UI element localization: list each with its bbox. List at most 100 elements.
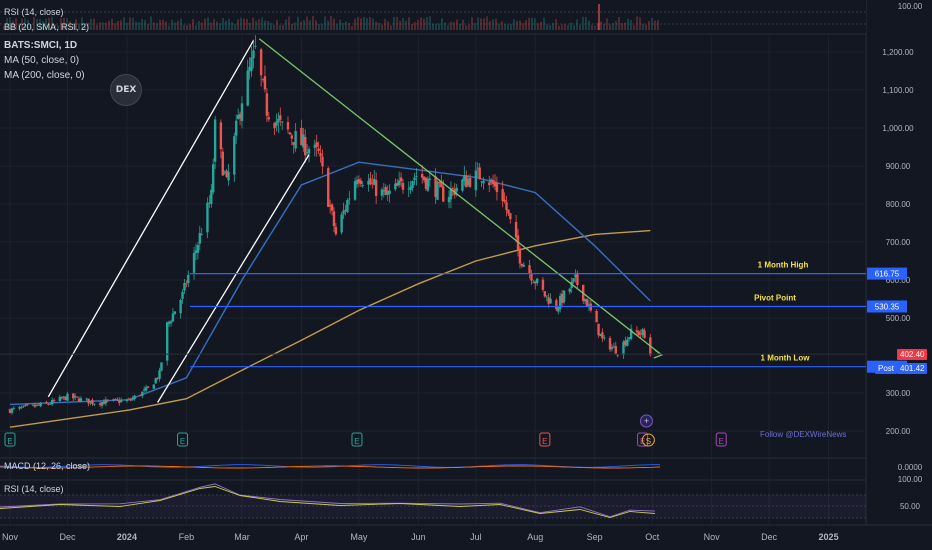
earnings-marker-label: E: [542, 437, 547, 446]
earnings-marker-label: E: [180, 437, 185, 446]
candle-body: [133, 395, 136, 400]
candle-body: [129, 399, 132, 401]
candle-body: [165, 322, 169, 361]
candle-body: [49, 403, 52, 405]
candle-body: [12, 408, 16, 409]
candle-body: [549, 298, 552, 304]
earnings-marker-label: E: [7, 437, 12, 446]
candle-body: [185, 283, 188, 285]
candle-body: [474, 170, 478, 191]
candle-body: [233, 136, 236, 175]
candle-body: [342, 210, 345, 215]
candle-body: [332, 211, 336, 227]
plus-badge-glyph: +: [644, 416, 649, 426]
candle-body: [227, 171, 230, 181]
candle-body: [286, 122, 290, 130]
candle-body: [572, 278, 575, 282]
y-tick-label: 800.00: [886, 200, 911, 209]
candle-body: [93, 403, 96, 405]
x-tick-label: Sep: [587, 532, 603, 542]
rsi-band: [0, 495, 866, 518]
candle-body: [119, 400, 123, 403]
ma200-legend[interactable]: MA (200, close, 0): [4, 70, 85, 81]
x-tick-label: Dec: [761, 532, 778, 542]
candle-body: [401, 183, 405, 190]
split-marker-label: S: [646, 437, 651, 446]
candle-body: [169, 321, 173, 324]
candle-body: [317, 148, 320, 151]
top-indicator-panel: [0, 0, 866, 33]
candle-body: [246, 70, 249, 106]
rsi-tick-label: 100.00: [898, 475, 923, 484]
level-label: Pivot Point: [754, 293, 796, 302]
candle-body: [442, 186, 445, 202]
x-tick-label: Oct: [645, 532, 660, 542]
ma50-legend[interactable]: MA (50, close, 0): [4, 55, 79, 66]
candle-body: [160, 362, 163, 371]
candle-body: [263, 76, 267, 90]
candle-body: [267, 117, 270, 120]
candle-body: [501, 189, 504, 201]
macd-legend[interactable]: MACD (12, 26, close): [4, 461, 90, 471]
candle-body: [125, 399, 129, 402]
level-label: 1 Month Low: [761, 354, 811, 363]
post-label-tag: Post: [875, 363, 898, 374]
candle-body: [468, 177, 472, 187]
candle-body: [327, 168, 330, 207]
candle-body: [507, 209, 510, 214]
y-tick-label: 200.00: [886, 427, 911, 436]
candle-body: [545, 295, 548, 297]
candle-body: [158, 370, 161, 379]
candle-body: [39, 402, 42, 407]
candle-body: [219, 122, 223, 150]
symbol-label[interactable]: BATS:SMCI, 1D: [4, 40, 77, 51]
candle-body: [250, 57, 253, 71]
candle-body: [415, 176, 418, 178]
candle-body: [75, 396, 79, 398]
candle-body: [259, 49, 263, 76]
y-tick-label: 700.00: [886, 238, 911, 247]
candle-body: [240, 103, 244, 122]
candle-body: [141, 391, 144, 396]
x-tick-label: Nov: [704, 532, 721, 542]
y-tick-label: 1,000.00: [882, 124, 914, 133]
candle-body: [348, 198, 351, 200]
candle-body: [503, 200, 506, 202]
candle-body: [595, 310, 598, 323]
x-tick-label: Dec: [60, 532, 77, 542]
candle-body: [495, 183, 499, 193]
candle-body: [428, 178, 432, 181]
candle-body: [614, 346, 617, 354]
candle-body: [319, 153, 322, 157]
candle-body: [346, 200, 349, 213]
candle-body: [359, 180, 363, 185]
candle-body: [576, 272, 579, 286]
rsi-bottom-legend[interactable]: RSI (14, close): [4, 484, 64, 494]
candle-body: [52, 399, 56, 401]
candle-body: [106, 399, 109, 401]
candle-body: [518, 248, 522, 264]
macd-tick-label: 0.0000: [898, 463, 923, 472]
candle-body: [66, 393, 69, 401]
level-price-text: 616.75: [875, 270, 900, 279]
top-tick-label: 100.00: [898, 2, 923, 11]
x-tick-label: May: [350, 532, 368, 542]
candle-body: [213, 119, 217, 162]
candle-body: [20, 407, 23, 409]
candle-body: [461, 179, 464, 191]
x-tick-label: 2024: [117, 532, 137, 542]
candle-body: [294, 130, 297, 149]
candle-body: [535, 278, 539, 284]
x-tick-label: Jun: [411, 532, 426, 542]
earnings-marker-label: E: [354, 437, 359, 446]
candle-body: [514, 221, 518, 238]
candle-body: [173, 311, 177, 315]
candle-body: [562, 290, 566, 303]
candle-body: [171, 313, 175, 322]
candle-body: [252, 50, 255, 59]
candle-body: [643, 330, 646, 338]
y-tick-label: 1,100.00: [882, 86, 914, 95]
candle-body: [509, 213, 512, 220]
x-tick-label: Jul: [470, 532, 482, 542]
candle-body: [79, 398, 83, 402]
